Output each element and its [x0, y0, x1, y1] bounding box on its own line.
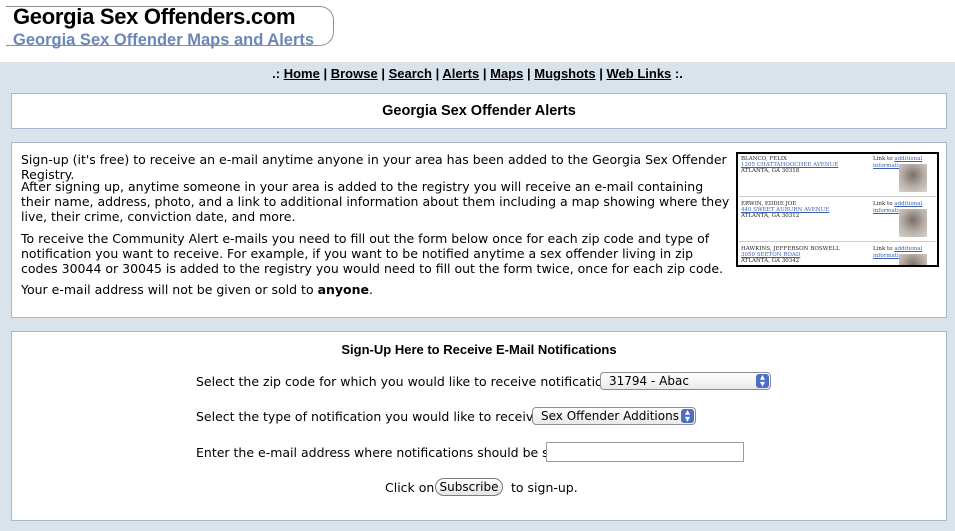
sign-up-label: to sign-up. — [511, 480, 578, 495]
nav-browse-link[interactable]: Browse — [331, 66, 378, 81]
email-input[interactable] — [546, 442, 744, 462]
privacy-paragraph: Your e-mail address will not be given or… — [21, 282, 731, 297]
signup-heading: Sign-Up Here to Receive E-Mail Notificat… — [341, 342, 617, 357]
site-title[interactable]: Georgia Sex Offenders.com — [13, 4, 296, 30]
nav-search-link[interactable]: Search — [389, 66, 432, 81]
page-title: Georgia Sex Offender Alerts — [382, 103, 576, 119]
nav-weblinks-link[interactable]: Web Links — [607, 66, 672, 81]
type-label: Select the type of notification you woul… — [196, 409, 546, 424]
privacy-text: Your e-mail address will not be given or… — [21, 282, 318, 297]
sample-city: ATLANTA, GA 30312 — [741, 213, 800, 219]
zip-select[interactable]: 31794 - Abac ▲ ▼ — [600, 372, 771, 390]
sample-alert-email-image: BLANCO, FELIX 1205 CHATTAHOOCHEE AVENUE … — [736, 152, 939, 267]
email-label: Enter the e-mail address where notificat… — [196, 445, 574, 460]
nav-prefix: .: — [272, 66, 281, 81]
sample-city: ATLANTA, GA 30318 — [741, 168, 800, 174]
notification-type-select[interactable]: Sex Offender Additions ▲ ▼ — [532, 407, 696, 425]
type-select-value: Sex Offender Additions — [541, 409, 679, 423]
title-panel: Georgia Sex Offender Alerts — [11, 93, 947, 129]
nav-separator: | — [435, 66, 440, 81]
sample-link-prefix: Link to — [873, 156, 895, 162]
site-subtitle: Georgia Sex Offender Maps and Alerts — [13, 31, 315, 49]
sample-city: ATLANTA, GA 30342 — [741, 258, 800, 264]
zip-select-value: 31794 - Abac — [609, 374, 689, 388]
sample-link-prefix: Link to — [873, 246, 895, 252]
sample-entry: HAWKINS, JEFFERSON BOSWELL 3050 SEETON R… — [739, 244, 936, 265]
nav-suffix: :. — [674, 66, 683, 81]
updown-arrows-icon: ▲ ▼ — [681, 409, 694, 423]
sample-photo — [899, 209, 927, 237]
zip-label: Select the zip code for which you would … — [196, 374, 622, 389]
nav-home-link[interactable]: Home — [284, 66, 320, 81]
info-panel: Sign-up (it's free) to receive an e-mail… — [11, 142, 947, 318]
nav-alerts-link[interactable]: Alerts — [442, 66, 479, 81]
nav-separator: | — [526, 66, 531, 81]
sample-entry: BLANCO, FELIX 1205 CHATTAHOOCHEE AVENUE … — [739, 154, 936, 197]
nav-separator: | — [323, 66, 328, 81]
intro-paragraph: Sign-up (it's free) to receive an e-mail… — [21, 152, 727, 182]
nav-separator: | — [482, 66, 487, 81]
click-on-label: Click on — [385, 480, 435, 495]
sample-link-prefix: Link to — [873, 201, 895, 207]
sample-photo — [899, 164, 927, 192]
nav-separator: | — [381, 66, 385, 81]
subscribe-button[interactable]: Subscribe — [435, 478, 503, 496]
site-header: Georgia Sex Offenders.com Georgia Sex Of… — [0, 0, 955, 62]
sample-entry: ERWIN, EDDIE JOE 440 SWEET AUBURN AVENUE… — [739, 199, 936, 242]
signup-panel: Sign-Up Here to Receive E-Mail Notificat… — [11, 331, 947, 521]
instructions-paragraph: To receive the Community Alert e-mails y… — [21, 231, 724, 276]
updown-arrows-icon: ▲ ▼ — [756, 374, 769, 388]
nav-maps-link[interactable]: Maps — [490, 66, 523, 81]
nav-separator: | — [599, 66, 603, 81]
privacy-end: . — [369, 282, 374, 297]
sample-photo — [899, 254, 927, 265]
nav-mugshots-link[interactable]: Mugshots — [534, 66, 595, 81]
privacy-emphasis: anyone — [317, 282, 370, 297]
details-paragraph: After signing up, anytime someone in you… — [21, 179, 730, 224]
nav-bar: .: Home | Browse | Search | Alerts | Map… — [0, 66, 955, 81]
